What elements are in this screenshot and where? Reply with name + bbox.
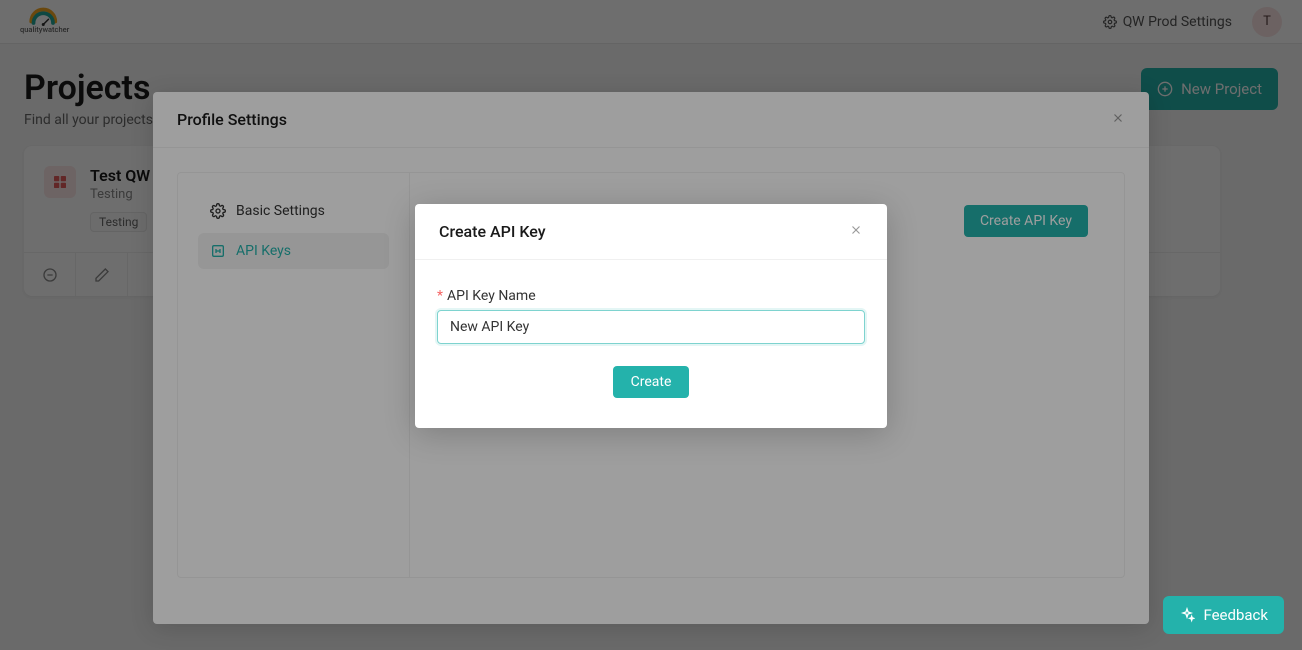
create-api-key-title: Create API Key [439, 222, 546, 241]
create-api-key-overlay[interactable]: Create API Key *API Key Name Create [0, 0, 1302, 650]
create-button[interactable]: Create [613, 366, 690, 398]
api-key-name-input[interactable] [437, 310, 865, 344]
feedback-button[interactable]: Feedback [1163, 596, 1284, 634]
api-key-name-label: *API Key Name [437, 288, 865, 304]
close-icon [849, 223, 863, 237]
create-button-label: Create [631, 374, 672, 390]
close-create-api-key-button[interactable] [849, 222, 863, 241]
feedback-label: Feedback [1203, 606, 1268, 624]
create-api-key-modal: Create API Key *API Key Name Create [415, 204, 887, 428]
sparkle-icon [1179, 607, 1195, 623]
required-indicator: * [437, 288, 443, 304]
